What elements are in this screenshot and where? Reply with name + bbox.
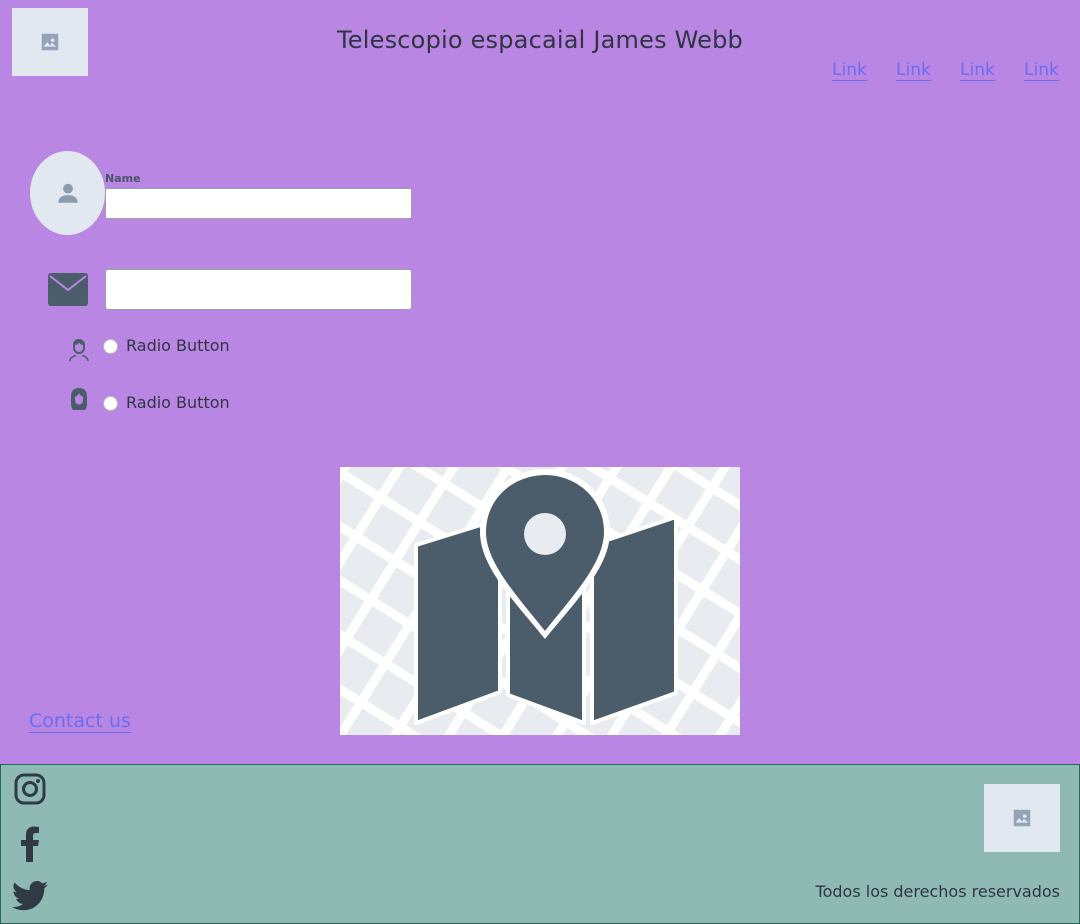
map-image: [340, 467, 740, 735]
image-icon: [1013, 809, 1031, 827]
footer-image: [984, 784, 1060, 852]
contact-us-link[interactable]: Contact us: [29, 710, 131, 733]
avatar: [30, 151, 105, 235]
nav-link-3[interactable]: Link: [960, 60, 995, 81]
radio-female[interactable]: [103, 396, 118, 411]
envelope-icon: [48, 273, 88, 306]
name-label: Name: [105, 172, 141, 185]
name-field[interactable]: [105, 188, 412, 219]
facebook-icon[interactable]: [18, 826, 42, 862]
radio-label-1: Radio Button: [126, 336, 230, 355]
nav-link-2[interactable]: Link: [896, 60, 931, 81]
radio-label-2: Radio Button: [126, 393, 230, 412]
radio-male[interactable]: [103, 339, 118, 354]
user-icon: [57, 183, 78, 203]
map-pin-icon: [340, 467, 740, 735]
nav-link-4[interactable]: Link: [1024, 60, 1059, 81]
female-face-icon: [71, 388, 87, 410]
male-face-icon: [69, 339, 89, 361]
nav-link-1[interactable]: Link: [832, 60, 867, 81]
twitter-icon[interactable]: [12, 881, 48, 911]
page-title: Telescopio espacaial James Webb: [337, 26, 743, 54]
email-field[interactable]: [105, 269, 412, 310]
instagram-icon[interactable]: [14, 773, 46, 805]
copyright-text: Todos los derechos reservados: [815, 882, 1060, 901]
